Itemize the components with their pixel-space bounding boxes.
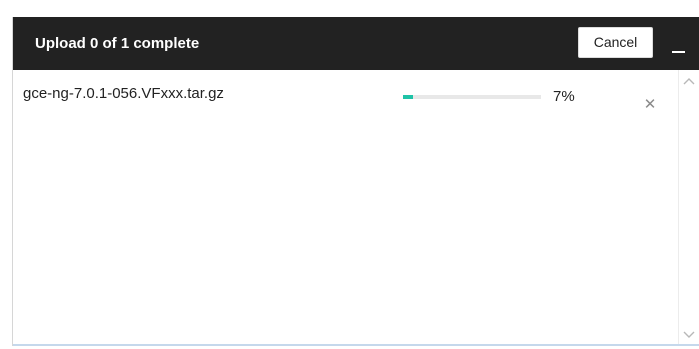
minimize-icon[interactable] bbox=[669, 37, 691, 57]
upload-panel: Upload 0 of 1 complete Cancel gce-ng-7.0… bbox=[12, 17, 699, 346]
upload-progress-bar bbox=[403, 95, 541, 99]
upload-status-title: Upload 0 of 1 complete bbox=[35, 35, 200, 52]
panel-bottom-border bbox=[13, 344, 699, 346]
upload-progress-percent: 7% bbox=[553, 88, 575, 105]
upload-panel-header: Upload 0 of 1 complete Cancel bbox=[13, 17, 699, 70]
background-page bbox=[0, 0, 699, 15]
chevron-down-icon[interactable] bbox=[682, 330, 696, 340]
file-name: gce-ng-7.0.1-056.VFxxx.tar.gz bbox=[23, 85, 224, 102]
upload-progress-fill bbox=[403, 95, 413, 99]
close-icon[interactable]: ✕ bbox=[643, 97, 657, 112]
chevron-up-icon[interactable] bbox=[682, 76, 696, 86]
upload-file-row: gce-ng-7.0.1-056.VFxxx.tar.gz 7% ✕ bbox=[13, 70, 673, 120]
cancel-button[interactable]: Cancel bbox=[578, 27, 653, 58]
upload-list: gce-ng-7.0.1-056.VFxxx.tar.gz 7% ✕ bbox=[13, 70, 699, 346]
scrollbar[interactable] bbox=[678, 70, 699, 346]
